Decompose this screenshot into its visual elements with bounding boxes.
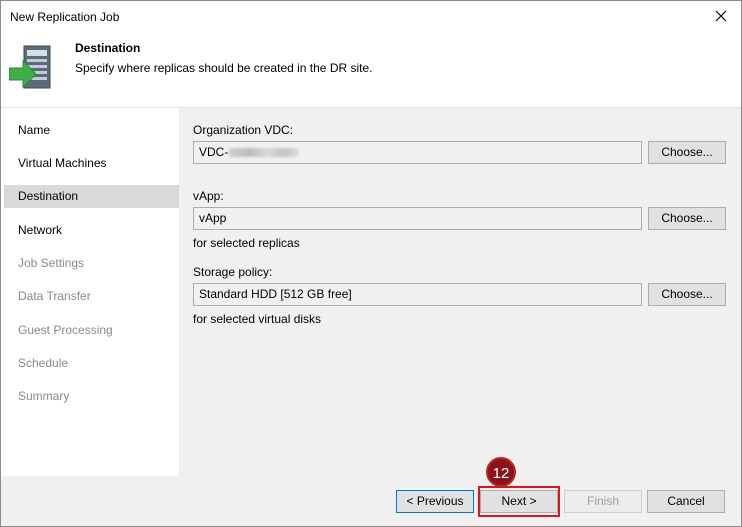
wizard-steps: Name Virtual Machines Destination Networ… [1, 108, 179, 476]
org-vdc-choose-button[interactable]: Choose... [648, 141, 726, 164]
vapp-label: vApp: [193, 189, 224, 203]
storage-policy-hint: for selected virtual disks [193, 312, 322, 326]
storage-policy-label: Storage policy: [193, 265, 273, 279]
page-description: Specify where replicas should be created… [75, 61, 373, 75]
sidebar-item-guest-processing: Guest Processing [18, 323, 113, 337]
title-bar: New Replication Job [1, 1, 741, 31]
sidebar-item-virtual-machines[interactable]: Virtual Machines [4, 152, 179, 175]
wizard-footer: < Previous Next > Finish Cancel [1, 476, 741, 526]
vapp-field: vApp [193, 207, 642, 230]
destination-panel: Organization VDC: VDC- Choose... vApp: v… [179, 108, 741, 476]
vapp-choose-button[interactable]: Choose... [648, 207, 726, 230]
close-icon [715, 10, 727, 22]
storage-policy-choose-button[interactable]: Choose... [648, 283, 726, 306]
org-vdc-field: VDC- [193, 141, 642, 164]
sidebar-item-name[interactable]: Name [4, 119, 179, 142]
vapp-hint: for selected replicas [193, 236, 300, 250]
sidebar-item-schedule: Schedule [18, 356, 69, 370]
step-number-badge: 12 [486, 457, 516, 487]
new-replication-job-window: New Replication Job Destination Specify … [0, 0, 742, 527]
org-vdc-value: VDC- [199, 145, 229, 159]
finish-button: Finish [564, 490, 642, 513]
sidebar-item-data-transfer: Data Transfer [18, 289, 91, 303]
page-title: Destination [75, 41, 141, 55]
redacted-text [229, 148, 300, 158]
next-button-highlight [478, 486, 560, 517]
sidebar-item-destination[interactable]: Destination [4, 185, 179, 208]
wizard-header: Destination Specify where replicas shoul… [1, 31, 741, 108]
org-vdc-label: Organization VDC: [193, 123, 294, 137]
close-button[interactable] [707, 5, 735, 27]
replication-server-icon [9, 45, 51, 89]
cancel-button[interactable]: Cancel [647, 490, 725, 513]
sidebar-item-network[interactable]: Network [4, 219, 179, 242]
storage-policy-field: Standard HDD [512 GB free] [193, 283, 642, 306]
sidebar-item-summary: Summary [18, 389, 70, 403]
sidebar-item-job-settings: Job Settings [18, 256, 85, 270]
window-title: New Replication Job [10, 10, 120, 24]
previous-button[interactable]: < Previous [396, 490, 474, 513]
